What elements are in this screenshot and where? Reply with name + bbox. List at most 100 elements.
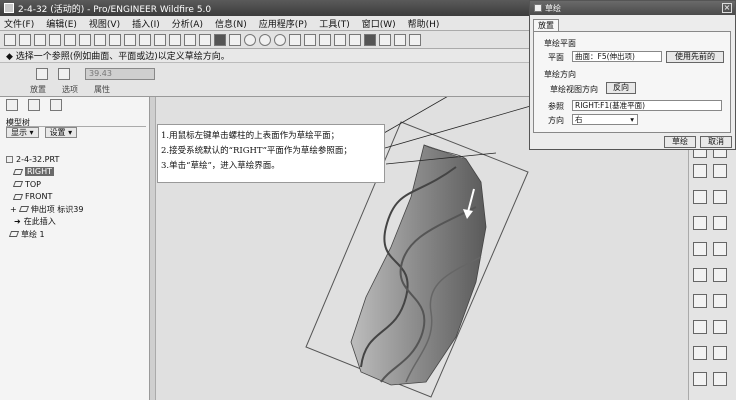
use-previous-button[interactable]: 使用先前的	[666, 51, 724, 63]
message-text: ◆ 选择一个参照(例如曲面、平面或边)以定义草绘方向。	[6, 52, 230, 62]
reference-field[interactable]: RIGHT:F1(基准平面)	[572, 100, 722, 111]
model-tree-title: 模型树	[6, 117, 146, 127]
sketch-active-icon[interactable]	[214, 33, 226, 46]
orientation-select[interactable]: 右 ▾	[572, 114, 638, 125]
print-icon[interactable]	[49, 33, 61, 46]
menu-tools[interactable]: 工具(T)	[319, 17, 350, 30]
view-direction-label: 草绘视图方向	[550, 85, 598, 94]
tree-item-part[interactable]: 2-4-32.PRT	[6, 153, 83, 166]
menu-info[interactable]: 信息(N)	[215, 17, 247, 30]
shell-tool-icon[interactable]	[713, 268, 727, 282]
open-file-icon[interactable]	[19, 33, 31, 46]
menu-file[interactable]: 文件(F)	[4, 17, 34, 30]
display-style-icon[interactable]	[364, 33, 376, 46]
tree-item-front[interactable]: FRONT	[6, 191, 83, 204]
shading-icon[interactable]	[244, 33, 256, 46]
new-file-icon[interactable]	[4, 33, 16, 46]
favorites-tab-icon[interactable]	[50, 99, 62, 111]
zoom-in-icon[interactable]	[259, 33, 271, 46]
close-icon[interactable]: ×	[722, 3, 732, 13]
draft-tool-icon[interactable]	[713, 294, 727, 308]
revolve-tool-icon[interactable]	[713, 216, 727, 230]
blend-tool-icon[interactable]	[713, 242, 727, 256]
layers-icon[interactable]	[334, 33, 346, 46]
find-icon[interactable]	[169, 33, 181, 46]
part-icon	[6, 155, 13, 163]
mirror-tool-icon[interactable]	[693, 346, 707, 360]
chamfer-tool-icon[interactable]	[713, 320, 727, 334]
sketch-button[interactable]: 草绘	[664, 136, 696, 148]
datum-point-tool-icon[interactable]	[693, 164, 707, 178]
csys-tool-icon[interactable]	[713, 164, 727, 178]
plane-field[interactable]: 曲面：F5(伸出项)	[572, 51, 662, 62]
solid-icon[interactable]	[36, 68, 48, 80]
menu-edit[interactable]: 编辑(E)	[46, 17, 77, 30]
menu-window[interactable]: 窗口(W)	[362, 17, 396, 30]
zoom-out-icon[interactable]	[274, 33, 286, 46]
settings-button[interactable]: 设置 ▾	[44, 127, 78, 138]
save-icon[interactable]	[34, 33, 46, 46]
cancel-button[interactable]: 取消	[700, 136, 732, 148]
copy-icon[interactable]	[124, 33, 136, 46]
refit-icon[interactable]	[289, 33, 301, 46]
model-tree: 2-4-32.PRT RIGHT TOP FRONT + 伸出项 标识39 ➜ …	[6, 153, 83, 241]
trim-tool-icon[interactable]	[713, 372, 727, 386]
reorient-icon[interactable]	[304, 33, 316, 46]
tree-item-sketch[interactable]: 草绘 1	[6, 228, 83, 241]
folder-browser-tab-icon[interactable]	[28, 99, 40, 111]
sweep-tool-icon[interactable]	[693, 242, 707, 256]
sketch-feature-icon	[8, 231, 20, 238]
display-button[interactable]: 显示 ▾	[6, 127, 39, 138]
menu-applications[interactable]: 应用程序(P)	[259, 17, 307, 30]
menu-help[interactable]: 帮助(H)	[408, 17, 440, 30]
tree-item-right[interactable]: RIGHT	[6, 166, 83, 179]
cut-icon[interactable]	[109, 33, 121, 46]
hole-tool-icon[interactable]	[693, 268, 707, 282]
menu-analysis[interactable]: 分析(A)	[172, 17, 203, 30]
datum-plane-icon	[12, 181, 24, 188]
extrude-tool-icon[interactable]	[693, 216, 707, 230]
insert-arrow-icon: ➜	[14, 217, 21, 227]
tab-placement[interactable]: 放置	[533, 19, 559, 31]
saved-view-icon[interactable]	[319, 33, 331, 46]
datum-planes-icon[interactable]	[379, 33, 391, 46]
tab-properties[interactable]: 属性	[94, 84, 110, 95]
spin-center-icon[interactable]	[229, 33, 241, 46]
undo-icon[interactable]	[79, 33, 91, 46]
surface-icon[interactable]	[58, 68, 70, 80]
tab-options[interactable]: 选项	[62, 84, 78, 95]
reference-label: 参照	[548, 102, 564, 111]
datum-points-icon[interactable]	[409, 33, 421, 46]
chevron-down-icon: ▾	[630, 115, 634, 124]
tab-placement[interactable]: 放置	[30, 84, 46, 95]
datum-axes-icon[interactable]	[394, 33, 406, 46]
menu-view[interactable]: 视图(V)	[89, 17, 120, 30]
paste-icon[interactable]	[139, 33, 151, 46]
merge-tool-icon[interactable]	[693, 372, 707, 386]
curve-tool-icon[interactable]	[713, 190, 727, 204]
depth-input[interactable]: 39.43	[85, 68, 155, 80]
instruction-step-3: 3.单击“草绘”，进入草绘界面。	[161, 161, 280, 171]
pattern-tool-icon[interactable]	[713, 346, 727, 360]
flip-button[interactable]: 反向	[606, 82, 636, 94]
window-title: 2-4-32 (活动的) - Pro/ENGINEER Wildfire 5.0	[18, 4, 212, 15]
round-tool-icon[interactable]	[693, 320, 707, 334]
dialog-title: 草绘	[545, 3, 561, 13]
instruction-callout: 1.用鼠标左键单击螺柱的上表面作为草绘平面； 2.接受系统默认的“RIGHT”平…	[157, 124, 385, 183]
sketch-tool-icon[interactable]	[693, 190, 707, 204]
rib-tool-icon[interactable]	[693, 294, 707, 308]
email-icon[interactable]	[64, 33, 76, 46]
sketch-tool-icon[interactable]	[199, 33, 211, 46]
regenerate-icon[interactable]	[154, 33, 166, 46]
model-tree-tab-icon[interactable]	[6, 99, 18, 111]
redo-icon[interactable]	[94, 33, 106, 46]
view-manager-icon[interactable]	[349, 33, 361, 46]
tree-item-extrude[interactable]: + 伸出项 标识39	[6, 203, 83, 216]
tree-item-insert-here[interactable]: ➜ 在此插入	[6, 216, 83, 229]
tree-item-top[interactable]: TOP	[6, 178, 83, 191]
select-box-icon[interactable]	[184, 33, 196, 46]
sketch-orientation-section: 草绘方向	[544, 70, 576, 79]
expand-icon[interactable]: +	[10, 205, 17, 214]
model-tree-buttons: 显示 ▾ 设置 ▾	[6, 127, 78, 138]
menu-insert[interactable]: 插入(I)	[132, 17, 160, 30]
